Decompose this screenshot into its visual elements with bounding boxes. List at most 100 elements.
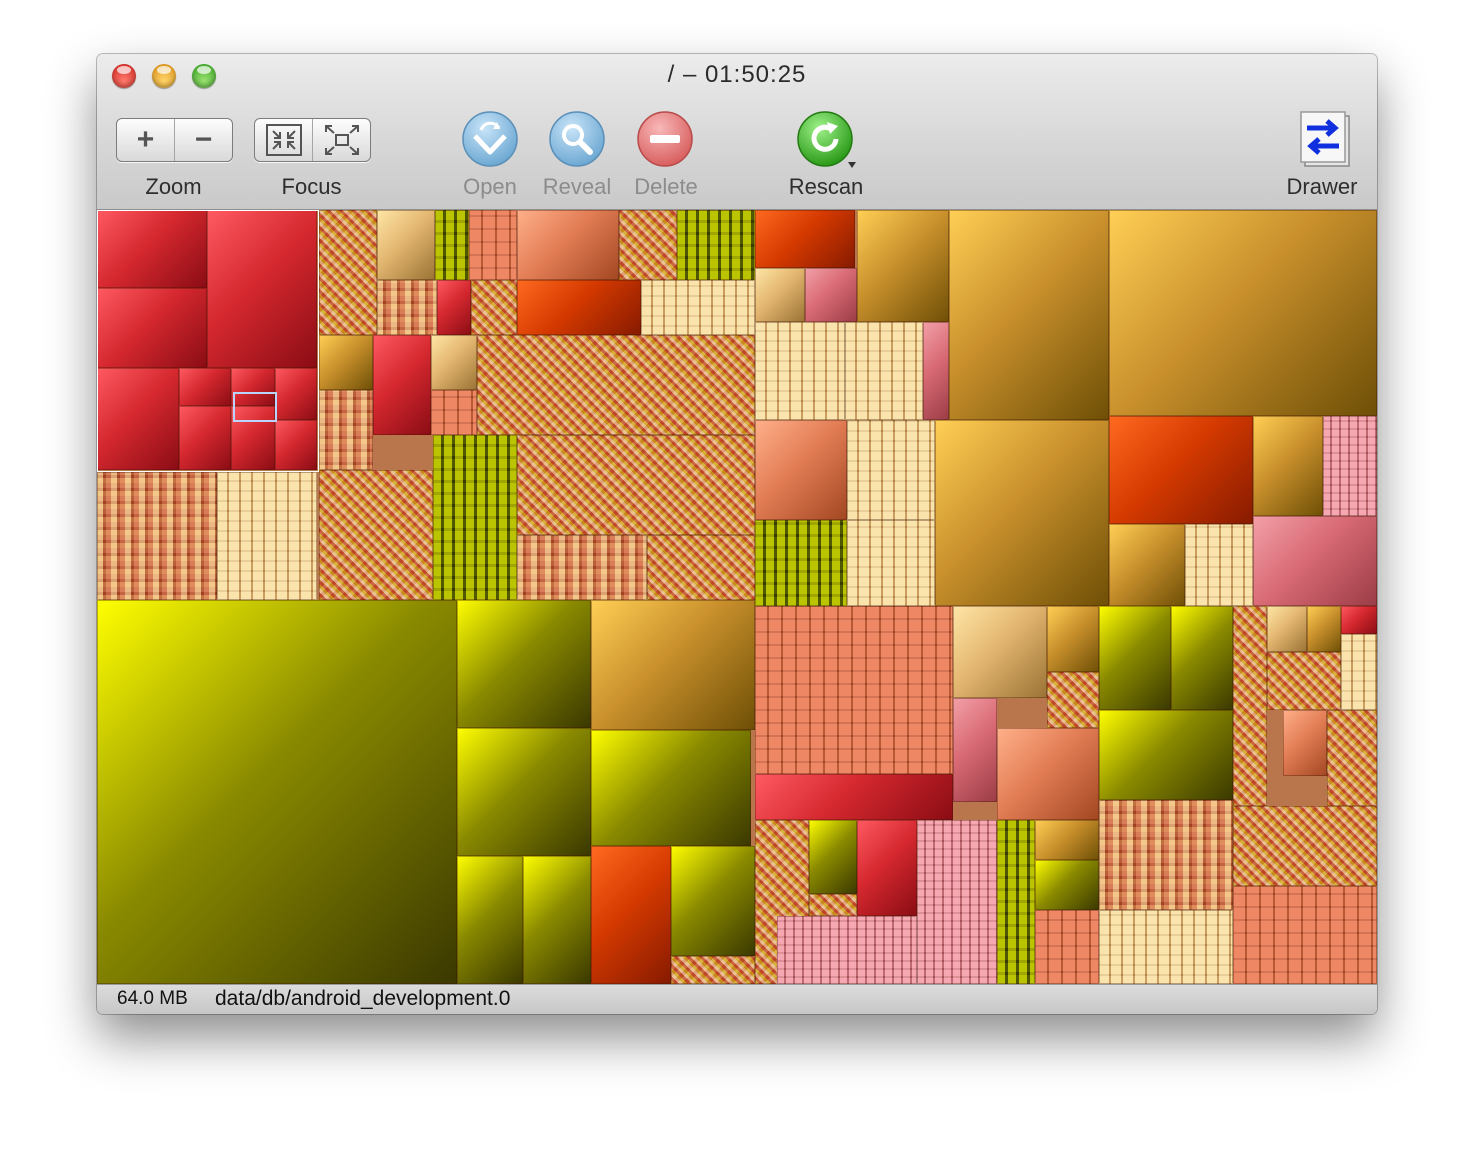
treemap-block[interactable] — [591, 600, 755, 730]
treemap-block[interactable] — [755, 268, 805, 322]
treemap-block[interactable] — [517, 280, 641, 335]
treemap-block[interactable] — [809, 820, 857, 894]
selected-size: 64.0 MB — [117, 988, 188, 1009]
delete-icon — [637, 111, 693, 167]
treemap-block[interactable] — [319, 470, 433, 600]
focus-in-button[interactable] — [255, 119, 312, 161]
treemap-block[interactable] — [857, 820, 917, 916]
treemap-block[interactable] — [319, 390, 373, 470]
treemap-block[interactable] — [431, 335, 477, 390]
treemap-block[interactable] — [923, 322, 949, 420]
treemap-block[interactable] — [1035, 910, 1099, 984]
treemap-block[interactable] — [755, 322, 845, 420]
treemap-block[interactable] — [517, 435, 755, 535]
treemap-block[interactable] — [1267, 652, 1341, 710]
treemap-block[interactable] — [523, 856, 591, 984]
treemap-block[interactable] — [1307, 606, 1341, 652]
treemap-block[interactable] — [619, 210, 677, 280]
treemap-block[interactable] — [847, 420, 935, 520]
treemap-block[interactable] — [845, 322, 923, 420]
treemap-block[interactable] — [953, 698, 997, 802]
treemap-block[interactable] — [1341, 606, 1377, 634]
focus-out-button[interactable] — [312, 119, 370, 161]
treemap-block[interactable] — [517, 535, 647, 600]
treemap-block[interactable] — [953, 606, 1047, 698]
treemap-block[interactable] — [477, 335, 755, 435]
treemap-block[interactable] — [217, 472, 317, 600]
rescan-button[interactable] — [796, 110, 856, 168]
treemap-block[interactable] — [647, 535, 755, 600]
treemap-block[interactable] — [755, 520, 847, 606]
treemap-block[interactable] — [1233, 606, 1267, 806]
treemap-block[interactable] — [1233, 886, 1377, 984]
treemap-block[interactable] — [1035, 860, 1099, 910]
treemap-block[interactable] — [1233, 806, 1377, 886]
treemap-block[interactable] — [591, 730, 751, 846]
app-window: / – 01:50:25 + − Zoom Focus Open Reveal … — [97, 54, 1377, 1014]
treemap-block[interactable] — [591, 846, 671, 984]
treemap-block[interactable] — [1253, 516, 1377, 606]
treemap-block[interactable] — [1253, 416, 1323, 516]
treemap-block[interactable] — [437, 280, 471, 335]
treemap-block[interactable] — [917, 820, 997, 984]
treemap-block[interactable] — [847, 520, 935, 606]
treemap-block[interactable] — [1341, 634, 1377, 710]
treemap-block[interactable] — [997, 820, 1035, 984]
zoom-in-button[interactable]: + — [117, 119, 174, 161]
treemap-block[interactable] — [433, 435, 517, 600]
reveal-button[interactable] — [548, 110, 606, 168]
treemap-block[interactable] — [319, 210, 377, 335]
treemap-block[interactable] — [935, 420, 1109, 606]
drawer-button[interactable] — [1297, 110, 1357, 170]
treemap-block[interactable] — [857, 210, 949, 322]
treemap-block[interactable] — [1099, 710, 1233, 800]
treemap-block[interactable] — [517, 210, 619, 280]
treemap-block[interactable] — [457, 600, 591, 728]
treemap-block[interactable] — [457, 856, 523, 984]
treemap-block[interactable] — [1185, 524, 1253, 606]
focus-in-icon — [265, 124, 302, 156]
open-button[interactable] — [461, 110, 519, 168]
treemap-block[interactable] — [97, 472, 217, 600]
treemap-block[interactable] — [431, 390, 477, 435]
treemap-block[interactable] — [1323, 416, 1377, 516]
treemap-block[interactable] — [671, 846, 755, 956]
treemap-block[interactable] — [373, 335, 431, 435]
treemap-block[interactable] — [755, 210, 855, 268]
treemap-block[interactable] — [435, 210, 469, 280]
treemap-block[interactable] — [809, 894, 857, 916]
treemap-block[interactable] — [949, 210, 1109, 420]
treemap-block[interactable] — [805, 268, 857, 322]
delete-button[interactable] — [636, 110, 694, 168]
treemap-block[interactable] — [469, 210, 517, 280]
treemap-block[interactable] — [1047, 672, 1099, 728]
treemap-block[interactable] — [1109, 210, 1377, 416]
treemap-block[interactable] — [1035, 820, 1099, 860]
treemap-block[interactable] — [1171, 606, 1233, 710]
treemap-block[interactable] — [1267, 606, 1307, 652]
treemap-block[interactable] — [641, 280, 755, 335]
treemap-block[interactable] — [319, 335, 373, 390]
treemap-block[interactable] — [997, 728, 1099, 820]
treemap-block[interactable] — [1099, 910, 1233, 984]
treemap-block[interactable] — [457, 728, 591, 856]
treemap-block[interactable] — [377, 210, 435, 280]
treemap-block[interactable] — [1047, 606, 1099, 672]
treemap-block[interactable] — [671, 956, 755, 984]
zoom-out-button[interactable]: − — [174, 119, 232, 161]
treemap-block[interactable] — [1283, 710, 1327, 776]
treemap-block[interactable] — [471, 280, 517, 335]
treemap-block[interactable] — [1109, 416, 1253, 524]
treemap-block[interactable] — [755, 774, 953, 820]
treemap-block[interactable] — [1099, 800, 1233, 910]
treemap-block[interactable] — [755, 420, 847, 520]
treemap-block[interactable] — [377, 280, 437, 335]
treemap-block[interactable] — [777, 916, 917, 984]
treemap-block[interactable] — [1099, 606, 1171, 710]
treemap-block[interactable] — [1327, 710, 1377, 806]
treemap-block[interactable] — [97, 600, 457, 984]
treemap-block[interactable] — [755, 606, 953, 774]
treemap-block[interactable] — [677, 210, 755, 280]
treemap-block[interactable] — [1109, 524, 1185, 606]
treemap-view[interactable] — [97, 210, 1377, 984]
